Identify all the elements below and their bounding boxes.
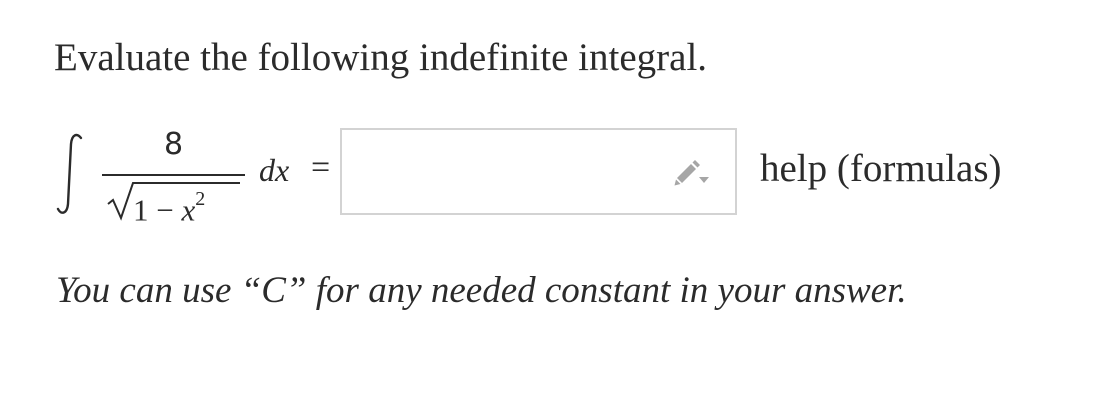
answer-box[interactable]: [340, 128, 737, 215]
integral-problem: 8 1 − x2 dx = help (formulas): [54, 124, 1054, 228]
radicand-variable: x: [181, 192, 196, 228]
equals-sign: =: [311, 149, 331, 186]
radicand-operator: −: [156, 192, 174, 228]
numerator: 8: [163, 127, 184, 162]
radicand-exponent: 2: [195, 188, 206, 210]
problem-prompt: Evaluate the following indefinite integr…: [54, 36, 708, 79]
denominator: 1 − x2: [102, 180, 245, 227]
fraction-bar: [102, 174, 245, 176]
radicand: 1 − x2: [133, 184, 205, 229]
pencil-icon[interactable]: [673, 157, 717, 191]
radicand-constant: 1: [133, 192, 149, 228]
help-formulas-link[interactable]: help (formulas): [760, 146, 1002, 192]
integrand-fraction: 8 1 − x2: [102, 124, 245, 227]
differential: dx: [259, 152, 290, 188]
integral-sign: [56, 133, 83, 214]
answer-input[interactable]: [342, 130, 682, 213]
constant-hint: You can use “C” for any needed constant …: [56, 270, 907, 311]
